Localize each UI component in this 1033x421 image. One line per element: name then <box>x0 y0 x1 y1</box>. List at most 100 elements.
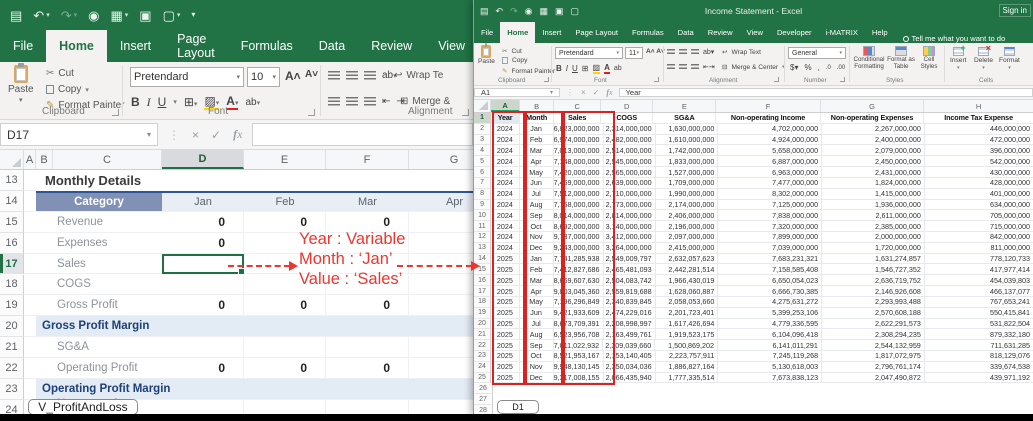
cell[interactable]: 430,000,000 <box>925 167 1033 178</box>
cell[interactable]: 634,000,000 <box>925 200 1033 211</box>
row-header-23[interactable]: 23 <box>0 379 24 400</box>
cell[interactable]: 818,129,076 <box>925 351 1033 362</box>
cell[interactable]: 7,899,000,000 <box>718 232 822 243</box>
cell[interactable]: 1,709,000,000 <box>656 178 719 189</box>
decrease-indent-icon[interactable]: ⇤ <box>382 96 390 107</box>
formula-input[interactable]: Year <box>619 88 1033 97</box>
cell[interactable]: 1,833,000,000 <box>656 156 719 167</box>
cell[interactable]: 2,431,000,000 <box>822 167 925 178</box>
copy-button[interactable]: Copy <box>502 57 527 64</box>
borders-icon[interactable]: ⊞▾ <box>184 95 198 109</box>
row-header-16[interactable]: 16 <box>0 233 24 254</box>
row-header-12[interactable]: 12 <box>474 232 491 243</box>
format-as-table-button[interactable]: Format as Table <box>887 46 915 70</box>
cell[interactable]: 2,544,132,959 <box>822 340 925 351</box>
cell[interactable]: 0 <box>326 295 409 316</box>
cell[interactable] <box>24 233 36 254</box>
format-painter-button[interactable]: ✎Format Painter <box>502 67 555 75</box>
cell[interactable]: 4,924,000,000 <box>718 135 822 146</box>
cell[interactable]: 1,990,000,000 <box>656 189 719 200</box>
increase-decimal-icon[interactable]: .0 <box>826 65 831 71</box>
paste-button[interactable]: Paste ▾ <box>8 65 34 104</box>
cell[interactable] <box>24 170 36 191</box>
cell[interactable]: 339,674,538 <box>925 362 1033 373</box>
alignment-dialog-launcher-icon[interactable] <box>462 109 469 116</box>
cell[interactable]: 439,971,192 <box>925 373 1033 384</box>
underline-icon[interactable]: U <box>158 95 167 109</box>
cell[interactable]: 715,000,000 <box>925 221 1033 232</box>
cell[interactable]: 2,570,608,188 <box>822 308 925 319</box>
cell[interactable] <box>24 358 36 379</box>
cell[interactable] <box>24 275 36 296</box>
cell[interactable]: 401,000,000 <box>925 189 1033 200</box>
cell[interactable]: 2,442,281,514 <box>656 264 719 275</box>
insert-cells-button[interactable]: Insert▾ <box>950 47 967 71</box>
cell[interactable] <box>326 337 409 358</box>
cell[interactable]: 4,275,631,272 <box>718 297 822 308</box>
cell[interactable]: Non-operating Income <box>716 113 820 124</box>
row-header-21[interactable]: 21 <box>474 329 491 340</box>
undo-icon[interactable]: ↶▾ <box>33 9 49 22</box>
row-header-18[interactable]: 18 <box>474 297 491 308</box>
cell[interactable]: Income Tax Expense <box>924 113 1033 124</box>
cell[interactable]: 7,320,000,000 <box>718 221 822 232</box>
cell[interactable]: 1,966,430,019 <box>656 275 719 286</box>
tab-file[interactable]: File <box>474 22 500 43</box>
tab-home[interactable]: Home <box>46 30 107 62</box>
row-header-24[interactable]: 24 <box>474 362 491 373</box>
column-header-B[interactable]: B <box>36 150 53 169</box>
select-all-corner[interactable] <box>474 100 491 112</box>
cell[interactable]: 2,174,000,000 <box>656 200 719 211</box>
font-color-icon[interactable]: A▾ <box>226 94 238 110</box>
cell[interactable]: 550,415,841 <box>925 308 1033 319</box>
column-header-F[interactable]: F <box>326 150 409 169</box>
cell[interactable]: 2,632,057,623 <box>656 254 719 265</box>
cell[interactable] <box>24 212 36 233</box>
cell[interactable]: 4,702,000,000 <box>718 124 822 135</box>
tab-insert[interactable]: Insert <box>535 22 568 43</box>
cell[interactable]: 811,000,000 <box>925 243 1033 254</box>
cell[interactable]: 1,415,000,000 <box>822 189 925 200</box>
cell[interactable] <box>24 316 36 337</box>
align-bottom-icon[interactable] <box>691 49 699 56</box>
cell[interactable]: 2,611,000,000 <box>822 210 925 221</box>
borders-icon[interactable]: ⊞ <box>582 64 589 73</box>
delete-cells-button[interactable]: Delete▾ <box>974 47 993 71</box>
cell[interactable]: 1,628,060,887 <box>656 286 719 297</box>
conditional-formatting-button[interactable]: Conditional Formatting <box>854 46 884 70</box>
cell[interactable]: 6,141,011,291 <box>718 340 822 351</box>
font-size-select[interactable]: 11▾ <box>625 47 643 59</box>
cell[interactable]: 2,406,000,000 <box>656 210 719 221</box>
cell[interactable]: 842,000,000 <box>925 232 1033 243</box>
cell[interactable]: Non-operating Expenses <box>821 113 924 124</box>
cell[interactable] <box>36 358 53 379</box>
column-header-F[interactable]: F <box>716 100 820 112</box>
alignment-dialog-launcher-icon[interactable] <box>774 77 779 82</box>
underline-icon[interactable]: U <box>572 64 578 73</box>
cell[interactable]: 7,673,838,123 <box>718 373 822 384</box>
cell[interactable]: 396,000,000 <box>925 145 1033 156</box>
bold-icon[interactable]: B <box>131 95 140 109</box>
cell[interactable]: 7,838,000,000 <box>718 210 822 221</box>
cell[interactable]: 0 <box>162 233 244 254</box>
cell[interactable]: 466,137,077 <box>925 286 1033 297</box>
cell[interactable]: SG&A <box>653 113 716 124</box>
cell[interactable]: 879,332,180 <box>925 329 1033 340</box>
row-header-26[interactable]: 26 <box>474 384 493 395</box>
tab-page-layout[interactable]: Page Layout <box>568 22 625 43</box>
row-header-22[interactable]: 22 <box>0 358 24 379</box>
row-header-5[interactable]: 5 <box>474 156 491 167</box>
sign-in-button[interactable]: Sign in <box>999 4 1031 17</box>
cell[interactable]: 6,104,096,418 <box>718 329 822 340</box>
row-header-4[interactable]: 4 <box>474 145 491 156</box>
save-icon[interactable]: ▤ <box>10 9 22 22</box>
align-right-icon[interactable] <box>691 64 699 71</box>
copy-button[interactable]: Copy ▾ <box>46 84 89 95</box>
shrink-font-icon[interactable]: A˅ <box>305 69 318 80</box>
month-column-header[interactable]: Jan <box>162 191 244 212</box>
row-header-17[interactable]: 17 <box>474 286 491 297</box>
align-middle-icon[interactable] <box>679 49 687 56</box>
align-left-icon[interactable] <box>667 64 675 71</box>
align-center-icon[interactable] <box>679 64 687 71</box>
column-header-E[interactable]: E <box>244 150 326 169</box>
